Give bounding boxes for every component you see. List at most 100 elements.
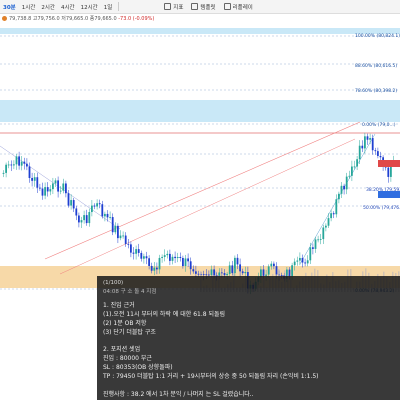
- candle-body: [122, 235, 124, 237]
- timeframe-button[interactable]: 2시간: [38, 3, 58, 11]
- candle-body: [195, 271, 197, 274]
- candle-body: [332, 213, 335, 215]
- candle-body: [369, 138, 371, 140]
- replay-button[interactable]: 리플레이: [220, 3, 257, 11]
- candle-body: [205, 274, 208, 276]
- tool-label: 리플레이: [232, 4, 253, 11]
- candle-body: [62, 183, 65, 191]
- blurred-text-region: [0, 292, 97, 400]
- candle-body: [306, 260, 309, 264]
- candle-body: [127, 243, 130, 245]
- candle-body: [137, 249, 140, 253]
- candle-body: [353, 166, 356, 168]
- candle-body: [93, 205, 96, 207]
- candle-body: [156, 267, 158, 270]
- candle-body: [148, 258, 150, 266]
- candle-body: [275, 266, 278, 275]
- candle-body: [239, 264, 241, 272]
- candle-body: [44, 187, 46, 196]
- candle-body: [83, 215, 85, 221]
- candle-body: [356, 159, 358, 167]
- candle-body: [179, 256, 182, 258]
- candle-body: [150, 265, 153, 271]
- candle-body: [364, 136, 366, 149]
- candle-body: [111, 217, 114, 233]
- candle-body: [273, 263, 275, 267]
- ohlc-readout: 79,738.8 고79,756.0 저79,665.0 종79,665.0 -…: [2, 15, 154, 23]
- panel-text-line: [103, 337, 400, 346]
- candle-body: [338, 193, 340, 200]
- candle-body: [57, 180, 59, 192]
- candle-body: [119, 235, 122, 239]
- candle-body: [343, 185, 345, 190]
- candle-body: [96, 203, 98, 207]
- candle-body: [80, 220, 83, 223]
- tool-label: 지표: [173, 4, 184, 11]
- candle-body: [348, 175, 351, 177]
- candle-body: [166, 253, 169, 256]
- candle-body: [85, 215, 88, 224]
- panel-text-line: (2) 1분 OB 저항: [103, 319, 147, 327]
- candle-body: [226, 273, 228, 276]
- timeframe-button[interactable]: 30분: [0, 3, 19, 11]
- candle-body: [31, 177, 33, 181]
- chart-toolbar: 30분 1시간 2시간 4시간 12시간 1일 지표 템플릿 리플레이: [0, 0, 400, 14]
- candle-body: [176, 256, 179, 259]
- candle-body: [36, 177, 39, 188]
- indicator-icon: [164, 3, 172, 10]
- fib-zone-band: [0, 28, 400, 34]
- replay-icon: [223, 3, 231, 10]
- candle-body: [28, 166, 31, 178]
- candle-body: [13, 164, 15, 166]
- candle-body: [158, 257, 161, 270]
- candle-body: [374, 150, 377, 152]
- candle-body: [72, 200, 75, 209]
- candle-body: [132, 252, 135, 254]
- candle-body: [301, 257, 304, 263]
- timeframe-button[interactable]: 1일: [101, 3, 116, 11]
- candle-body: [299, 257, 301, 261]
- candle-body: [182, 257, 184, 267]
- indicator-button[interactable]: 지표: [160, 3, 187, 11]
- panel-text-line: 2. 포지션 셋업: [103, 346, 141, 354]
- candle-body: [228, 265, 231, 274]
- candle-body: [351, 166, 353, 176]
- candle-body: [130, 244, 132, 253]
- candle-body: [236, 257, 239, 265]
- candle-body: [371, 138, 374, 151]
- candle-body: [335, 199, 338, 215]
- candle-body: [109, 217, 111, 218]
- candle-body: [223, 273, 226, 276]
- timeframe-button[interactable]: 12시간: [78, 3, 101, 11]
- candle-body: [325, 225, 327, 228]
- candle-body: [161, 256, 163, 258]
- candle-body: [88, 212, 91, 224]
- candle-body: [20, 161, 23, 166]
- candle-body: [54, 180, 57, 184]
- ohlc-change: -73.0 (-0.09%): [118, 16, 155, 22]
- candle-body: [59, 190, 62, 192]
- candle-body: [106, 213, 109, 218]
- candle-body: [18, 156, 20, 166]
- fib-zone-band: [0, 100, 400, 122]
- candle-body: [10, 164, 13, 166]
- trade-idea-panel: (1/100) 04:08 구 소 돌 4 지점 1. 진입 근거 (1).오전 …: [97, 276, 400, 400]
- candle-body: [327, 218, 330, 226]
- trend-line: [44, 121, 361, 260]
- template-button[interactable]: 템플릿: [187, 3, 219, 11]
- candle-body: [52, 183, 54, 190]
- price-marker: [378, 160, 400, 167]
- candle-body: [358, 145, 361, 160]
- candle-body: [241, 271, 244, 274]
- candle-body: [309, 247, 312, 261]
- candle-body: [114, 225, 117, 233]
- price-marker: [378, 191, 400, 198]
- candle-body: [187, 258, 189, 262]
- candle-body: [189, 261, 192, 270]
- candle-body: [296, 260, 299, 262]
- timeframe-button[interactable]: 4시간: [58, 3, 78, 11]
- candle-body: [340, 185, 343, 194]
- candle-body: [174, 256, 176, 259]
- timeframe-button[interactable]: 1시간: [19, 3, 39, 11]
- candle-body: [70, 200, 72, 206]
